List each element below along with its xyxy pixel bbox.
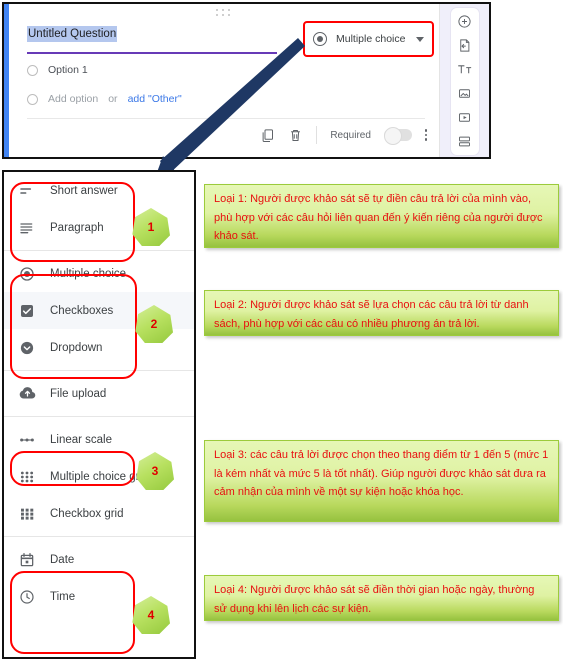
add-question-icon[interactable] — [457, 14, 472, 29]
add-title-icon[interactable] — [457, 62, 473, 77]
option-row-1[interactable]: Option 1 — [27, 64, 88, 76]
question-title-field[interactable]: Untitled Question — [27, 24, 277, 54]
menu-item-file-upload[interactable]: File upload — [4, 375, 194, 412]
question-title-text[interactable]: Untitled Question — [27, 26, 118, 42]
menu-label: Checkbox grid — [50, 507, 124, 520]
menu-divider — [4, 370, 194, 371]
checkbox-icon — [18, 303, 36, 319]
radio-selected-icon — [313, 32, 327, 46]
menu-label: Paragraph — [50, 221, 104, 234]
question-type-selector[interactable]: Multiple choice — [303, 21, 434, 57]
menu-divider — [4, 416, 194, 417]
menu-item-date[interactable]: Date — [4, 541, 194, 578]
short-answer-icon — [18, 183, 36, 199]
add-video-icon[interactable] — [457, 110, 472, 125]
question-title-underline — [27, 52, 277, 54]
or-label: or — [108, 93, 118, 105]
menu-label: Dropdown — [50, 341, 103, 354]
forms-right-rail — [449, 7, 480, 156]
drag-handle-icon[interactable] — [216, 9, 232, 17]
menu-item-checkbox-grid[interactable]: Checkbox grid — [4, 495, 194, 532]
question-type-label: Multiple choice — [336, 33, 406, 45]
add-option-label[interactable]: Add option — [48, 93, 98, 105]
checkbox-grid-icon — [18, 506, 36, 522]
menu-divider — [4, 250, 194, 251]
option-1-label[interactable]: Option 1 — [48, 64, 88, 76]
menu-label: Checkboxes — [50, 304, 114, 317]
menu-label: Date — [50, 553, 75, 566]
forms-question-card-panel: Untitled Question Option 1 Add option or… — [2, 2, 491, 159]
menu-item-short-answer[interactable]: Short answer — [4, 172, 194, 209]
chevron-down-icon[interactable] — [416, 36, 424, 42]
menu-item-linear-scale[interactable]: Linear scale — [4, 421, 194, 458]
menu-label: Multiple choice — [50, 267, 127, 280]
add-section-icon[interactable] — [457, 134, 472, 149]
question-type-menu: Short answer Paragraph Multiple choice C… — [4, 172, 194, 657]
linear-scale-icon — [18, 432, 36, 448]
question-type-menu-panel: Short answer Paragraph Multiple choice C… — [2, 170, 196, 659]
menu-label: Multiple choice grid — [50, 470, 149, 483]
forms-right-rail-wrap — [440, 4, 489, 157]
menu-label: Short answer — [50, 184, 118, 197]
note-box-2: Loại 2: Người được khảo sát sẽ lựa chọn … — [204, 290, 559, 336]
time-icon — [18, 589, 36, 605]
radio-unselected-icon[interactable] — [27, 64, 38, 76]
note-box-3: Loại 3: các câu trả lời được chọn theo t… — [204, 440, 559, 522]
trash-icon[interactable] — [288, 128, 303, 143]
required-label: Required — [330, 129, 371, 141]
menu-label: Time — [50, 590, 76, 603]
note-box-1: Loại 1: Người được khảo sát sẽ tự điền c… — [204, 184, 559, 248]
paragraph-icon — [18, 220, 36, 236]
note-box-4: Loại 4: Người được khảo sát sẽ điền thời… — [204, 575, 559, 621]
add-image-icon[interactable] — [457, 86, 472, 101]
question-card-footer: Required — [260, 126, 428, 145]
dropdown-icon — [18, 340, 36, 356]
menu-label: Linear scale — [50, 433, 113, 446]
import-questions-icon[interactable] — [457, 38, 472, 53]
date-icon — [18, 552, 36, 568]
menu-item-multiple-choice[interactable]: Multiple choice — [4, 255, 194, 292]
radio-unselected-icon — [27, 93, 38, 105]
add-option-row[interactable]: Add option or add "Other" — [27, 93, 182, 105]
add-other-link[interactable]: add "Other" — [128, 93, 182, 105]
screenshot-root: Untitled Question Option 1 Add option or… — [0, 0, 563, 663]
multiple-choice-grid-icon — [18, 469, 36, 485]
file-upload-icon — [18, 385, 36, 402]
more-vert-icon[interactable] — [424, 129, 428, 141]
required-toggle[interactable] — [383, 127, 412, 145]
footer-separator — [316, 126, 318, 144]
card-divider — [27, 118, 426, 119]
menu-divider — [4, 536, 194, 537]
duplicate-icon[interactable] — [260, 128, 275, 143]
radio-selected-icon — [18, 266, 36, 282]
menu-label: File upload — [50, 387, 107, 400]
